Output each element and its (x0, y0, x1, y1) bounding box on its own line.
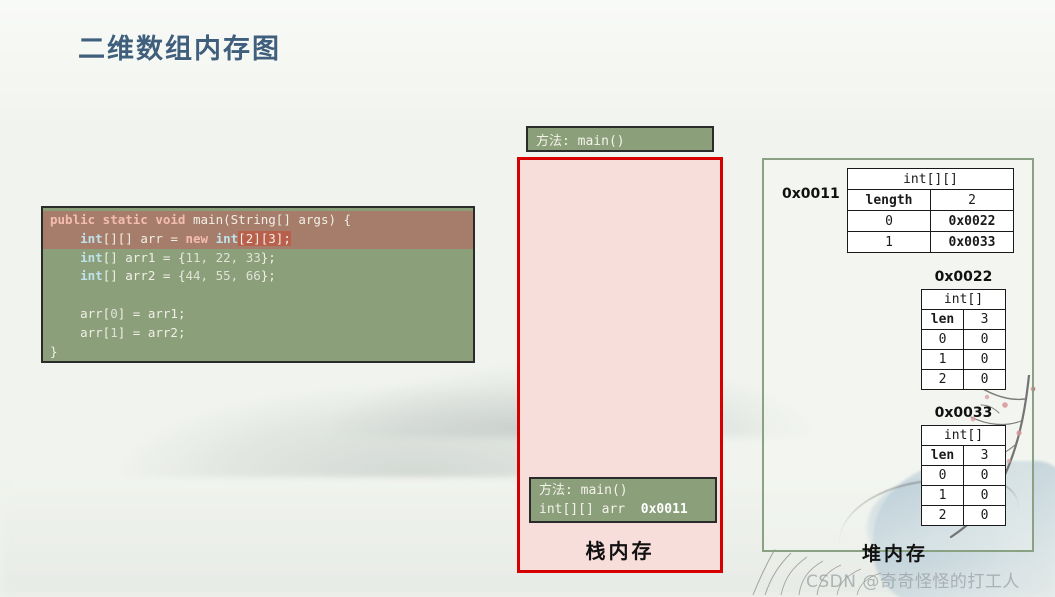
heap-cell-key: 0 (921, 465, 964, 486)
code-line: public static void main(String[] args) { (43, 211, 473, 230)
heap-cell-value: 0 (963, 369, 1006, 390)
heap-cell-key: 0 (847, 210, 931, 232)
code-token: } (50, 343, 58, 359)
code-token: ] = arr2; (117, 324, 186, 340)
heap-cell-value: 3 (963, 445, 1006, 466)
code-line: arr[0] = arr1; (43, 305, 473, 324)
table-row: len 3 (921, 445, 1006, 466)
code-token: int (80, 230, 103, 246)
code-token: }; (260, 249, 276, 265)
stack-memory-region: 方法: main() int[][] arr 0x0011 栈内存 (517, 157, 723, 573)
stack-frame-var-value: 0x0011 (640, 502, 688, 517)
heap-table-header: int[] (921, 425, 1006, 446)
code-token: }; (260, 268, 276, 284)
code-token: ] = arr1; (117, 305, 186, 321)
stack-top-method-text: 方法: main() (536, 133, 625, 149)
code-token: int (80, 249, 103, 265)
heap-table-header: int[][] (847, 168, 1014, 190)
table-row: 10 (921, 485, 1006, 506)
code-line: int[] arr2 = {44, 55, 66}; (43, 267, 473, 286)
heap-table-header: int[] (921, 289, 1006, 310)
heap-address-0x0011: 0x0011 (782, 186, 840, 202)
code-token: (String[] args) { (223, 212, 352, 227)
code-line: int[][] arr = new int[2][3]; (43, 229, 473, 249)
table-row: int[][] (847, 168, 1014, 190)
slide-canvas: 二维数组内存图 public static void main(String[]… (0, 0, 1055, 597)
heap-cell-value: 0 (963, 485, 1006, 506)
code-token: int (215, 230, 239, 246)
page-title: 二维数组内存图 (78, 34, 281, 65)
heap-cell-value: 0 (963, 329, 1006, 350)
heap-cell-value: 0x0033 (930, 231, 1014, 253)
code-token: new (185, 230, 209, 246)
code-token: 44, 55, 66 (185, 268, 261, 284)
heap-cell-key: len (921, 309, 964, 330)
heap-cell-value: 0x0022 (930, 210, 1014, 232)
heap-cell-key: 1 (921, 349, 964, 370)
heap-cell-value: 0 (963, 505, 1006, 526)
code-token: 11, 22, 33 (185, 249, 261, 265)
stack-memory-caption: 栈内存 (585, 539, 655, 563)
table-row: length 2 (847, 189, 1014, 211)
code-token: int (80, 268, 103, 284)
code-line: int[] arr1 = {11, 22, 33}; (43, 249, 473, 268)
stack-frame-var-type: int[][] (539, 502, 594, 517)
code-token: [][] arr = (102, 230, 186, 246)
code-token: [2][3]; (238, 230, 291, 246)
code-token: 1 (110, 324, 118, 340)
heap-cell-value: 3 (963, 309, 1006, 330)
heap-address-0x0022: 0x0022 (934, 269, 993, 285)
table-row: 20 (921, 505, 1006, 526)
heap-cell-key: 2 (921, 369, 964, 390)
heap-cell-key: length (847, 189, 931, 211)
heap-cell-value: 0 (963, 465, 1006, 486)
java-code-block: public static void main(String[] args) {… (41, 206, 475, 363)
table-row: int[] (921, 425, 1006, 446)
heap-cell-key: 0 (921, 329, 964, 350)
stack-frame-main: 方法: main() int[][] arr 0x0011 (529, 477, 717, 523)
heap-cell-value: 0 (963, 349, 1006, 370)
code-token: [] arr1 = { (102, 249, 186, 265)
code-token: main (185, 212, 224, 227)
heap-cell-key: 2 (921, 505, 964, 526)
code-line: } (43, 343, 473, 361)
heap-table-int1d-0x0033: int[] len 3 0 0 1 0 2 0 (921, 425, 1006, 526)
table-row: 00 (921, 329, 1006, 350)
stack-frame-var-name: arr (601, 502, 626, 517)
heap-table-int1d-0x0022: int[] len 3 0 0 1 0 2 0 (921, 289, 1006, 390)
heap-memory-caption: 堆内存 (862, 543, 929, 565)
csdn-watermark: CSDN @奇奇怪怪的打工人 (806, 572, 1020, 592)
code-token: arr[ (50, 324, 111, 340)
table-row: int[] (921, 289, 1006, 310)
table-row: 20 (921, 369, 1006, 390)
heap-cell-key: 1 (847, 231, 931, 253)
code-token: 0 (110, 305, 118, 321)
code-token: [] arr2 = { (102, 268, 186, 284)
stack-top-method-label: 方法: main() (526, 126, 714, 152)
heap-cell-key: len (921, 445, 964, 466)
code-line: arr[1] = arr2; (43, 324, 473, 343)
table-row: 00 (921, 465, 1006, 486)
code-token: arr[ (50, 305, 111, 321)
table-row: len 3 (921, 309, 1006, 330)
table-row: 1 0x0033 (847, 231, 1014, 253)
stack-frame-method: 方法: main() (539, 483, 628, 498)
heap-address-0x0033: 0x0033 (934, 405, 993, 421)
heap-table-int2d: int[][] length 2 0 0x0022 1 0x0033 (847, 168, 1014, 253)
code-line (43, 286, 473, 305)
heap-cell-key: 1 (921, 485, 964, 506)
table-row: 0 0x0022 (847, 210, 1014, 232)
stack-frame-variable: int[][] arr 0x0011 (539, 500, 715, 519)
heap-cell-value: 2 (930, 189, 1014, 211)
code-token: public static void (50, 212, 186, 227)
table-row: 10 (921, 349, 1006, 370)
